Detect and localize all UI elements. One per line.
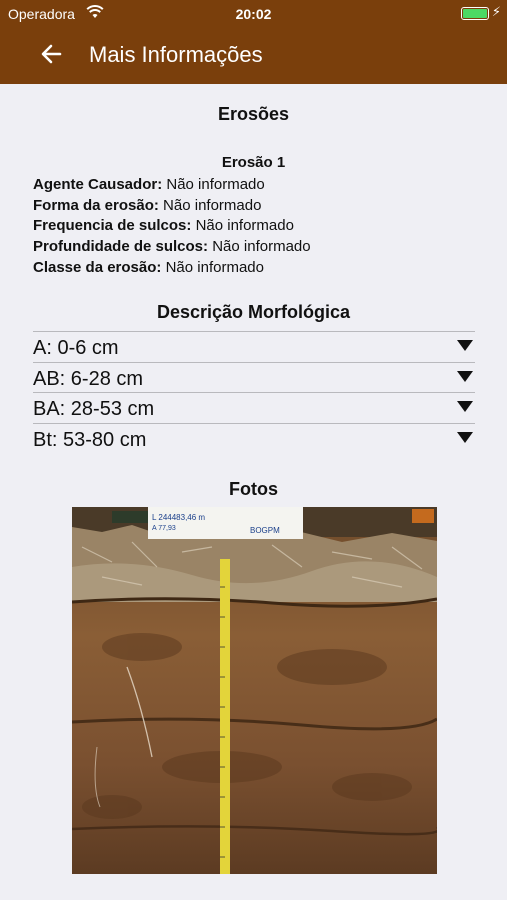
erosion-field: Classe da erosão: Não informado — [33, 258, 311, 279]
horizon-row-bt[interactable]: Bt: 53-80 cm — [33, 422, 475, 454]
back-arrow-icon[interactable] — [38, 40, 66, 68]
erosion-details: Agente Causador: Não informado Forma da … — [33, 175, 311, 279]
app-bar: Mais Informações — [0, 28, 507, 84]
morphology-list: A: 0-6 cm AB: 6-28 cm BA: 28-53 cm Bt: 5… — [33, 331, 475, 453]
erosion-field: Profundidade de sulcos: Não informado — [33, 237, 311, 258]
horizon-label: AB: 6-28 cm — [33, 367, 144, 390]
field-value: Não informado — [165, 258, 264, 276]
horizon-label: BA: 28-53 cm — [33, 398, 155, 420]
field-value: Não informado — [163, 196, 262, 214]
horizon-label: A: 0-6 cm — [33, 337, 119, 359]
field-label: Agente Causador: — [33, 176, 163, 193]
field-value: Não informado — [212, 238, 311, 256]
erosion-field: Frequencia de sulcos: Não informado — [33, 216, 311, 237]
photo-label-line-1: L 244483,46 m — [152, 513, 205, 522]
status-bar: Operadora 20:02 ⚡ — [0, 0, 507, 28]
horizon-row-ba[interactable]: BA: 28-53 cm — [33, 392, 475, 423]
dropdown-arrow-icon[interactable] — [457, 431, 473, 443]
page-title: Mais Informações — [89, 42, 263, 67]
horizon-row-ab[interactable]: AB: 6-28 cm — [33, 361, 475, 393]
photo-label-line-2: A 77,93 — [152, 525, 176, 532]
field-value: Não informado — [166, 176, 265, 193]
dropdown-arrow-icon[interactable] — [457, 401, 473, 412]
soil-profile-photo[interactable]: L 244483,46 m A 77,93 BOGPM — [72, 507, 437, 874]
battery-icon — [461, 7, 489, 20]
field-value: Não informado — [195, 217, 294, 235]
horizon-row-a[interactable]: A: 0-6 cm — [33, 331, 475, 362]
field-label: Frequencia de sulcos: — [33, 217, 192, 235]
field-label: Forma da erosão: — [33, 196, 159, 214]
field-label: Profundidade de sulcos: — [33, 238, 209, 256]
photo-label-line-3: BOGPM — [250, 526, 280, 535]
horizon-label: Bt: 53-80 cm — [33, 428, 147, 451]
erosion-field: Agente Causador: Não informado — [33, 175, 311, 196]
photos-heading: Fotos — [229, 479, 278, 499]
status-time: 20:02 — [235, 6, 272, 22]
erosion-field: Forma da erosão: Não informado — [33, 196, 311, 217]
dropdown-arrow-icon[interactable] — [457, 340, 473, 351]
content-area[interactable]: Erosões Erosão 1 Agente Causador: Não in… — [0, 84, 507, 900]
charging-icon: ⚡ — [491, 4, 501, 19]
field-label: Classe da erosão: — [33, 258, 162, 276]
dropdown-arrow-icon[interactable] — [457, 370, 473, 382]
erosion-item-title: Erosão 1 — [221, 154, 286, 171]
morphology-heading: Descrição Morfológica — [156, 302, 351, 322]
erosions-heading: Erosões — [217, 104, 290, 124]
